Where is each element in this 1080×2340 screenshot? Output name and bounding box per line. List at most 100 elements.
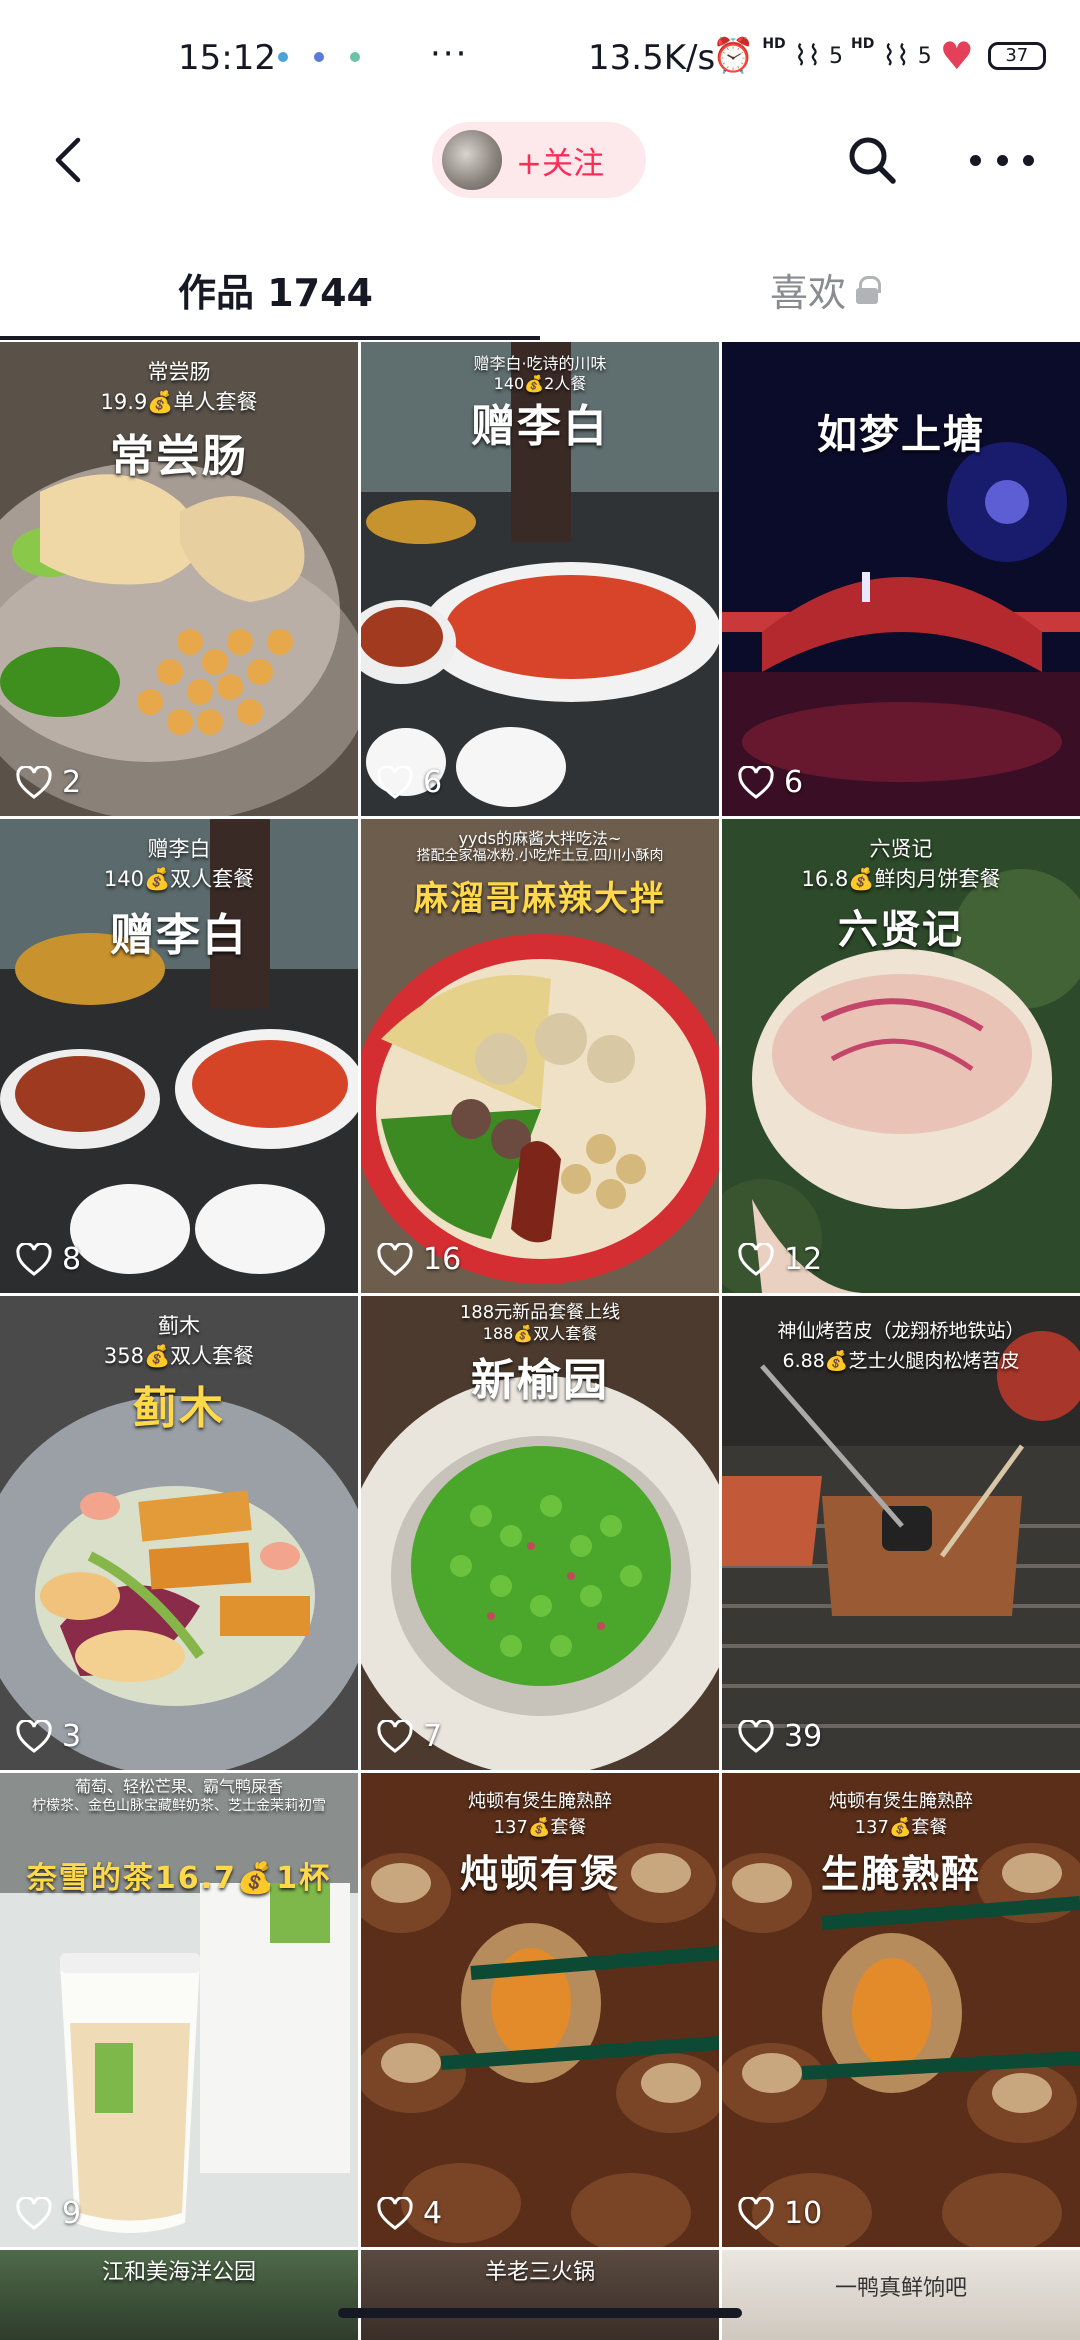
network-speed: 13.5K/s bbox=[588, 38, 716, 78]
heart-outline-icon bbox=[738, 2196, 774, 2230]
heart-outline-icon bbox=[738, 1719, 774, 1753]
status-bar: 15:12 ··· 13.5K/s ⏰ HD ⌇⌇ 5 HD ⌇⌇ 5 ♥ 37 bbox=[0, 0, 1080, 120]
post-title: 麻溜哥麻辣大拌 bbox=[414, 879, 666, 919]
tab-likes[interactable]: 喜欢 bbox=[770, 262, 882, 317]
notification-icons bbox=[278, 52, 360, 62]
post-subtitle: 葡萄、轻松芒果、霸气鸭屎香 bbox=[74, 1777, 283, 1796]
post-title: 生腌熟醉 bbox=[820, 1851, 981, 1896]
post-price: 358💰双人套餐 bbox=[103, 1344, 255, 1368]
post-title: 炖顿有煲 bbox=[459, 1851, 620, 1896]
follow-button[interactable]: +关注 bbox=[432, 122, 646, 198]
tab-likes-label: 喜欢 bbox=[770, 271, 847, 315]
post-subtitle: 炖顿有煲生腌熟醉 bbox=[468, 1791, 612, 1812]
signal-icon: ⌇⌇ bbox=[882, 39, 910, 72]
video-tile[interactable]: 江和美海洋公园 bbox=[0, 2250, 358, 2340]
post-title: 六贤记 bbox=[838, 906, 964, 953]
post-price: 140💰双人套餐 bbox=[103, 867, 255, 891]
chevron-left-icon bbox=[55, 137, 81, 183]
signal-level-2: 5 bbox=[917, 43, 932, 69]
post-price: 19.9💰单人套餐 bbox=[100, 390, 258, 414]
video-tile[interactable]: 神仙烤苕皮（龙翔桥地铁站） 6.88💰芝士火腿肉松烤苕皮 39 bbox=[722, 1296, 1080, 1770]
like-count: 16 bbox=[377, 1242, 461, 1277]
video-tile[interactable]: 如梦上塘 6 bbox=[722, 342, 1080, 816]
video-tile[interactable]: 赠李白·吃诗的川味 140💰2人餐 赠李白 6 bbox=[361, 342, 719, 816]
video-tile[interactable]: 赠李白 140💰双人套餐 赠李白 8 bbox=[0, 819, 358, 1293]
post-title: 新榆园 bbox=[471, 1355, 609, 1406]
post-subtitle: 一鸭真鲜饷吧 bbox=[834, 2276, 967, 2301]
like-count: 6 bbox=[377, 765, 442, 800]
video-tile[interactable]: 188元新品套餐上线 188💰双人套餐 新榆园 7 bbox=[361, 1296, 719, 1770]
post-title: 赠李白 bbox=[471, 401, 609, 452]
like-count: 7 bbox=[377, 1719, 442, 1754]
heart-outline-icon bbox=[377, 765, 413, 799]
heart-outline-icon bbox=[738, 1242, 774, 1276]
post-subtitle: 羊老三火锅 bbox=[484, 2260, 595, 2285]
post-caption: 搭配全家福冰粉.小吃炸土豆.四川小酥肉 bbox=[416, 848, 664, 864]
hd-label-1: HD bbox=[762, 36, 786, 52]
post-price: 188💰双人套餐 bbox=[482, 1324, 598, 1343]
dot-icon bbox=[1023, 154, 1034, 166]
like-count: 39 bbox=[738, 1719, 822, 1754]
post-subtitle: 蓟木 bbox=[158, 1314, 200, 1338]
notification-dot-icon bbox=[350, 52, 360, 62]
post-subtitle: 炖顿有煲生腌熟醉 bbox=[829, 1791, 973, 1812]
heart-outline-icon bbox=[377, 2196, 413, 2230]
like-count: 4 bbox=[377, 2196, 442, 2231]
like-count-value: 4 bbox=[423, 2196, 443, 2231]
top-nav: +关注 bbox=[0, 120, 1080, 200]
like-count-value: 39 bbox=[784, 1719, 823, 1754]
post-subtitle: 常尝肠 bbox=[147, 360, 211, 384]
post-subtitle: 赠李白 bbox=[147, 837, 211, 861]
like-count-value: 2 bbox=[62, 765, 82, 800]
video-tile[interactable]: 葡萄、轻松芒果、霸气鸭屎香 柠檬茶、金色山脉宝藏鲜奶茶、芝士金茉莉初雪 奈雪的茶… bbox=[0, 1773, 358, 2247]
video-tile[interactable]: yyds的麻酱大拌吃法~ 搭配全家福冰粉.小吃炸土豆.四川小酥肉 麻溜哥麻辣大拌… bbox=[361, 819, 719, 1293]
back-button[interactable] bbox=[44, 134, 96, 186]
post-subtitle: 六贤记 bbox=[869, 837, 933, 861]
heart-status-icon: ♥ bbox=[939, 34, 974, 78]
like-count: 3 bbox=[16, 1719, 81, 1754]
more-options-button[interactable] bbox=[970, 134, 1034, 186]
video-tile[interactable]: 一鸭真鲜饷吧 bbox=[722, 2250, 1080, 2340]
heart-outline-icon bbox=[377, 1719, 413, 1753]
like-count-value: 12 bbox=[784, 1242, 823, 1277]
tab-indicator bbox=[0, 336, 540, 340]
alarm-icon: ⏰ bbox=[712, 36, 755, 76]
like-count-value: 16 bbox=[423, 1242, 462, 1277]
heart-outline-icon bbox=[16, 765, 52, 799]
heart-outline-icon bbox=[377, 1242, 413, 1276]
video-tile[interactable]: 羊老三火锅 bbox=[361, 2250, 719, 2340]
post-price: 137💰套餐 bbox=[493, 1817, 587, 1838]
video-tile[interactable]: 炖顿有煲生腌熟醉 137💰套餐 生腌熟醉 10 bbox=[722, 1773, 1080, 2247]
tab-works[interactable]: 作品 1744 bbox=[178, 262, 373, 317]
like-count-value: 10 bbox=[784, 2196, 823, 2231]
status-more-indicator: ··· bbox=[430, 34, 469, 74]
post-price: 6.88💰芝士火腿肉松烤苕皮 bbox=[782, 1350, 1020, 1372]
video-tile[interactable]: 蓟木 358💰双人套餐 蓟木 3 bbox=[0, 1296, 358, 1770]
dot-icon bbox=[996, 154, 1008, 166]
dot-icon bbox=[970, 154, 981, 166]
like-count-value: 6 bbox=[784, 765, 804, 800]
video-tile[interactable]: 六贤记 16.8💰鲜肉月饼套餐 六贤记 12 bbox=[722, 819, 1080, 1293]
status-right-icons: ⏰ HD ⌇⌇ 5 HD ⌇⌇ 5 ♥ 37 bbox=[712, 34, 1046, 78]
signal-icon: ⌇⌇ bbox=[793, 39, 822, 72]
lock-icon bbox=[856, 275, 882, 304]
like-count: 8 bbox=[16, 1242, 81, 1277]
video-tile[interactable]: 炖顿有煲生腌熟醉 137💰套餐 炖顿有煲 4 bbox=[361, 1773, 719, 2247]
home-indicator[interactable] bbox=[338, 2308, 742, 2318]
like-count-value: 8 bbox=[62, 1242, 82, 1277]
thumbnail-image bbox=[0, 1773, 358, 2247]
avatar[interactable] bbox=[442, 130, 502, 190]
like-count-value: 9 bbox=[62, 2196, 82, 2231]
like-count: 2 bbox=[16, 765, 81, 800]
heart-outline-icon bbox=[738, 765, 774, 799]
like-count: 10 bbox=[738, 2196, 822, 2231]
like-count-value: 3 bbox=[62, 1719, 82, 1754]
search-button[interactable] bbox=[846, 134, 898, 186]
post-title: 奈雪的茶16.7💰1杯 bbox=[26, 1861, 332, 1896]
post-subtitle: 神仙烤苕皮（龙翔桥地铁站） bbox=[777, 1320, 1025, 1342]
profile-tabs: 作品 1744 喜欢 bbox=[0, 236, 1080, 340]
post-subtitle: 江和美海洋公园 bbox=[101, 2260, 256, 2285]
video-tile[interactable]: 常尝肠 19.9💰单人套餐 常尝肠 2 bbox=[0, 342, 358, 816]
post-price: 137💰套餐 bbox=[854, 1817, 948, 1838]
search-icon bbox=[849, 137, 896, 184]
